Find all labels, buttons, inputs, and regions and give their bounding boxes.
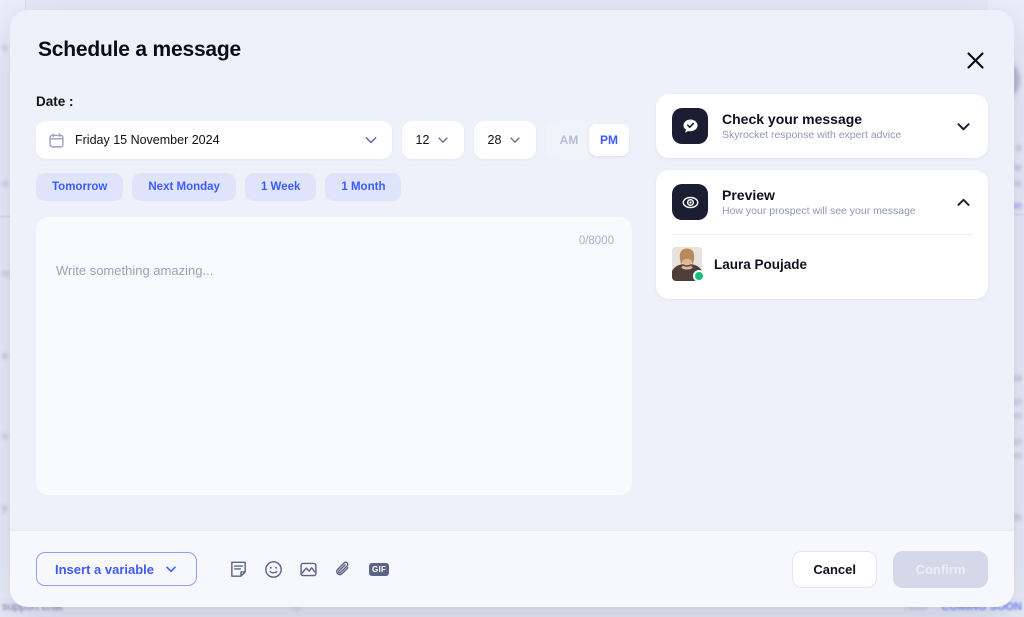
eye-preview-icon-wrap: [672, 184, 708, 220]
avatar: [672, 247, 705, 282]
background-text: s: [2, 42, 8, 54]
chevron-down-icon: [510, 137, 521, 143]
minute-select[interactable]: 28: [474, 121, 536, 159]
modal-footer: Insert a variable GIF Cancel Confirm: [10, 530, 1014, 607]
quick-chip-tomorrow[interactable]: Tomorrow: [36, 173, 124, 201]
date-value: Friday 15 November 2024: [75, 133, 220, 147]
date-label: Date :: [36, 94, 74, 109]
meridiem-toggle[interactable]: AM PM: [546, 121, 632, 159]
cancel-button[interactable]: Cancel: [792, 550, 877, 588]
close-button[interactable]: [958, 43, 992, 77]
preview-title: Preview: [722, 187, 775, 203]
message-check-icon-wrap: [672, 108, 708, 144]
note-button[interactable]: [229, 560, 248, 579]
attachment-button[interactable]: [334, 560, 353, 579]
background-text: le: [1013, 162, 1022, 174]
check-message-card: Check your message Skyrocket response wi…: [656, 94, 988, 158]
background-text: y: [2, 502, 8, 514]
online-status-dot: [693, 270, 705, 282]
eye-preview-icon: [682, 196, 698, 208]
preview-recipient: Laura Poujade: [672, 247, 972, 282]
attachment-icon: [336, 561, 349, 575]
preview-card: Preview How your prospect will see your …: [656, 170, 988, 299]
image-button[interactable]: [299, 560, 318, 579]
close-icon: [966, 51, 984, 69]
check-message-card-texts: Check your message Skyrocket response wi…: [722, 111, 941, 141]
gif-button[interactable]: GIF: [369, 562, 390, 576]
emoji-button[interactable]: [264, 560, 283, 579]
hour-value: 12: [415, 133, 430, 147]
date-row: Friday 15 November 2024 12 28 AM PM: [36, 121, 632, 159]
message-placeholder: Write something amazing...: [56, 263, 214, 278]
quick-chip-next-monday[interactable]: Next Monday: [132, 173, 236, 201]
preview-divider: [672, 234, 972, 235]
quick-chip-1-month[interactable]: 1 Month: [325, 173, 402, 201]
preview-subtitle: How your prospect will see your message: [722, 205, 916, 217]
check-message-card-header[interactable]: Check your message Skyrocket response wi…: [656, 94, 988, 158]
modal-header: Schedule a message: [10, 10, 1014, 94]
background-text: e: [1015, 142, 1022, 154]
chevron-down-icon: [166, 566, 176, 573]
message-textarea[interactable]: 0/8000 Write something amazing...: [36, 217, 632, 495]
background-text: e: [2, 350, 9, 362]
background-text: u: [2, 430, 9, 442]
quick-chip-1-week[interactable]: 1 Week: [244, 173, 317, 201]
emoji-icon: [265, 560, 282, 578]
composer-tools: GIF: [229, 560, 390, 579]
check-message-toggle[interactable]: [955, 118, 972, 135]
preview-card-header[interactable]: Preview How your prospect will see your …: [656, 170, 988, 234]
meridiem-option-am[interactable]: AM: [549, 124, 589, 156]
chevron-up-icon: [957, 198, 970, 206]
preview-recipient-name: Laura Poujade: [714, 256, 808, 272]
chevron-down-icon: [957, 122, 970, 130]
message-check-icon: [682, 118, 698, 133]
composer-column: Date : Friday 15 November 2024 12 28 AM …: [36, 94, 632, 530]
hour-select[interactable]: 12: [402, 121, 464, 159]
date-picker[interactable]: Friday 15 November 2024: [36, 121, 392, 159]
preview-card-texts: Preview How your prospect will see your …: [722, 187, 941, 217]
meridiem-option-pm[interactable]: PM: [589, 124, 629, 156]
chevron-down-icon: [438, 137, 449, 143]
schedule-message-modal: Schedule a message Date : Friday 15 Nove…: [10, 10, 1014, 607]
character-counter: 0/8000: [578, 235, 614, 247]
calendar-icon: [49, 132, 64, 148]
image-icon: [300, 562, 317, 576]
side-panels-column: Check your message Skyrocket response wi…: [656, 94, 988, 530]
page-title: Schedule a message: [38, 38, 242, 61]
modal-body: Date : Friday 15 November 2024 12 28 AM …: [10, 94, 1014, 530]
gif-icon: GIF: [369, 562, 390, 576]
confirm-button[interactable]: Confirm: [893, 550, 988, 588]
preview-toggle[interactable]: [955, 194, 972, 211]
insert-variable-button[interactable]: Insert a variable: [36, 552, 197, 586]
check-message-subtitle: Skyrocket response with expert advice: [722, 129, 902, 141]
footer-actions: Cancel Confirm: [792, 550, 988, 588]
chevron-down-icon: [365, 137, 377, 144]
quick-date-chips: Tomorrow Next Monday 1 Week 1 Month: [36, 173, 632, 201]
background-text: o: [2, 178, 9, 190]
check-message-title: Check your message: [722, 111, 863, 127]
insert-variable-label: Insert a variable: [55, 561, 154, 577]
note-icon: [231, 561, 246, 577]
minute-value: 28: [487, 133, 502, 147]
preview-content: Laura Poujade: [656, 234, 988, 299]
